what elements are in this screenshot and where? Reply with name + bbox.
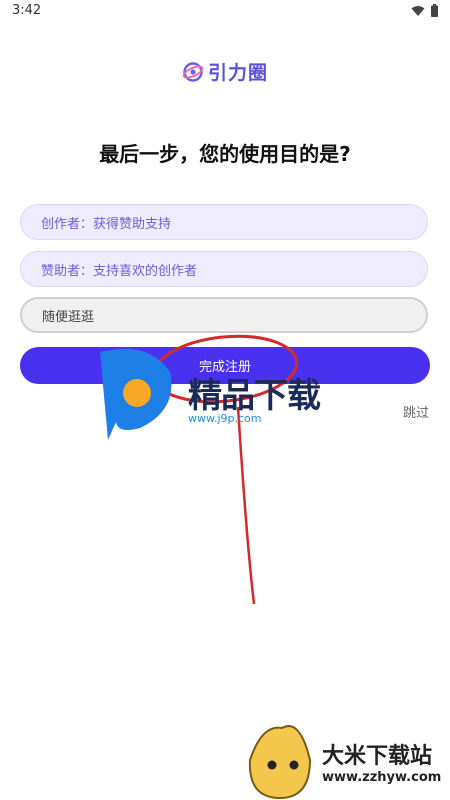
wifi-icon: [411, 5, 425, 16]
watermark-url: www.j9p.com: [188, 412, 262, 425]
orbit-logo-icon: [182, 61, 204, 82]
status-icons: [411, 4, 438, 17]
annotation-arrow-line: [236, 406, 256, 605]
skip-link[interactable]: 跳过: [403, 402, 429, 421]
option-sponsor[interactable]: 赞助者：支持喜欢的创作者: [20, 251, 428, 287]
watermark-site-name: 大米下载站: [322, 744, 433, 769]
watermark-title: 精品下载: [188, 376, 321, 416]
status-time: 3:42: [12, 3, 42, 18]
option-browse[interactable]: 随便逛逛: [20, 297, 428, 333]
page-title: 最后一步，您的使用目的是?: [99, 142, 351, 166]
watermark-site-url: www.zzhyw.com: [322, 770, 442, 785]
option-creator[interactable]: 创作者：获得赞助支持: [20, 204, 428, 240]
status-bar: 3:42: [0, 0, 450, 24]
app-brand: 引力圈: [0, 58, 450, 85]
battery-icon: [431, 4, 438, 17]
app-name: 引力圈: [207, 62, 268, 84]
